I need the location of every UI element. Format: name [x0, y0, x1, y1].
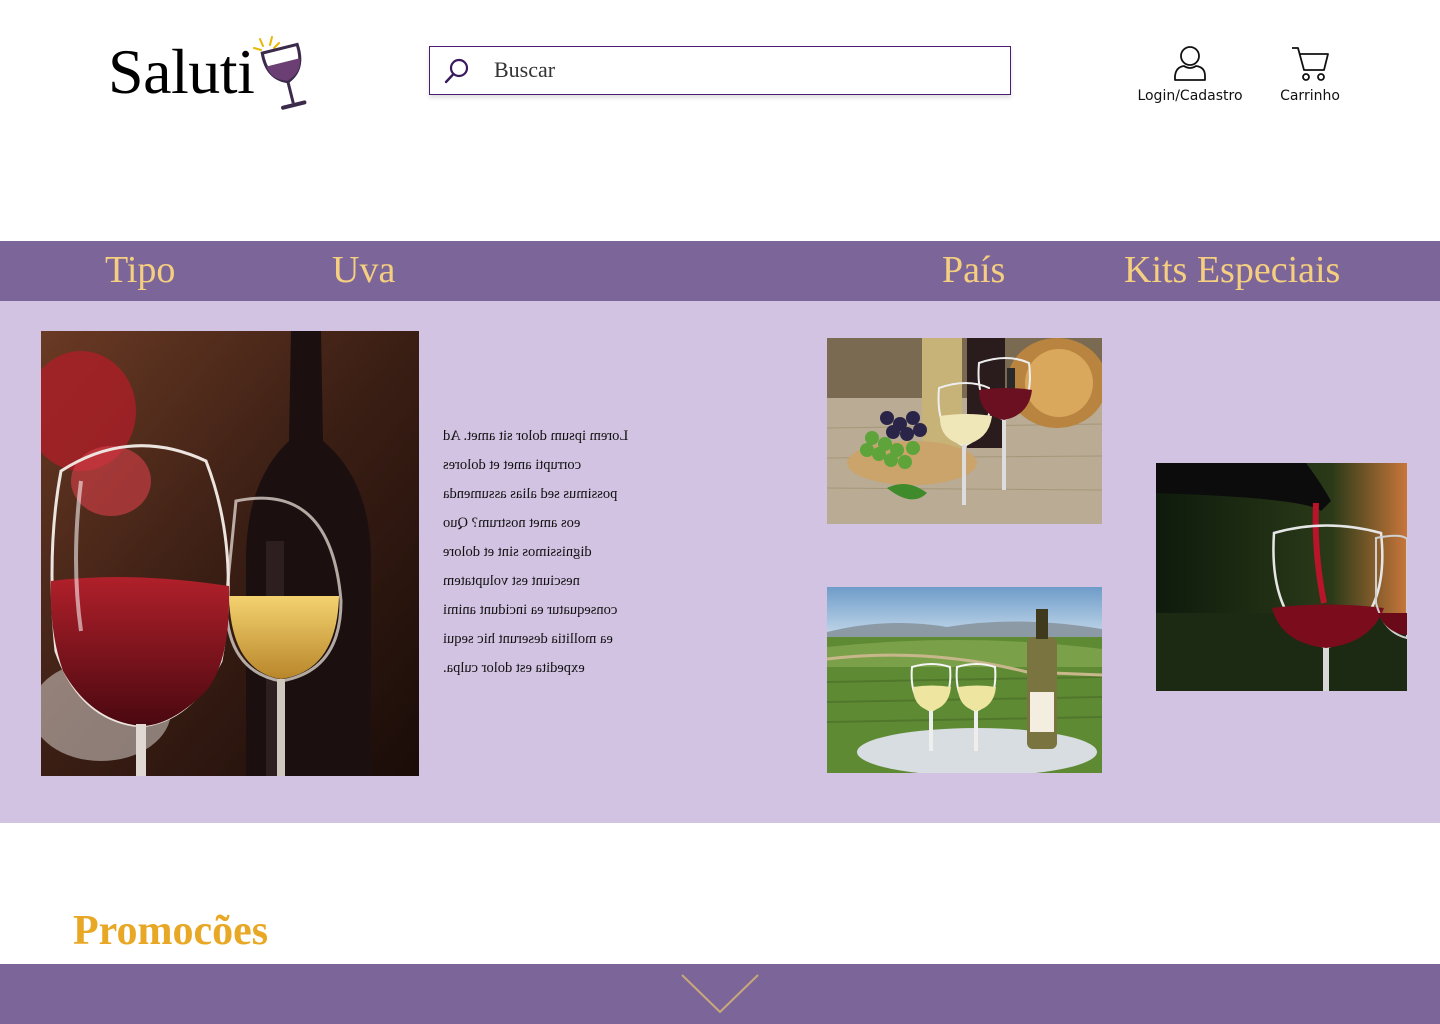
hero-section: Lorem ipsum dolor sit amet. Ad corrupti …: [0, 301, 1440, 823]
cart-button[interactable]: Carrinho: [1270, 44, 1350, 104]
wine-glasses-photo: [41, 331, 419, 776]
login-label: Login/Cadastro: [1137, 88, 1243, 104]
logo[interactable]: Saluti: [108, 34, 318, 114]
nav-item-pais[interactable]: País: [942, 247, 1005, 293]
search-input[interactable]: [494, 53, 994, 87]
pouring-wine-photo: [1156, 463, 1407, 691]
promotions-bar: [0, 964, 1440, 1024]
search-icon[interactable]: [442, 56, 472, 86]
login-button[interactable]: Login/Cadastro: [1130, 44, 1250, 104]
wine-glass-icon: [253, 36, 307, 110]
cart-label: Carrinho: [1280, 88, 1340, 104]
chevron-down-icon[interactable]: [680, 972, 760, 1016]
promotions-title: Promocões: [73, 908, 269, 954]
nav-item-uva[interactable]: Uva: [332, 247, 395, 293]
cart-icon: [1292, 47, 1329, 81]
vineyard-photo: [827, 587, 1102, 773]
hero-description: Lorem ipsum dolor sit amet. Ad corrupti …: [443, 428, 629, 676]
logo-text: Saluti: [108, 36, 255, 107]
search-bar[interactable]: [429, 46, 1011, 95]
grapes-barrel-photo: [827, 338, 1102, 524]
user-icon: [1174, 46, 1206, 81]
nav-item-kits-especiais[interactable]: Kits Especiais: [1124, 247, 1340, 293]
category-nav: Tipo Uva País Kits Especiais: [0, 241, 1440, 301]
nav-item-tipo[interactable]: Tipo: [105, 247, 175, 293]
